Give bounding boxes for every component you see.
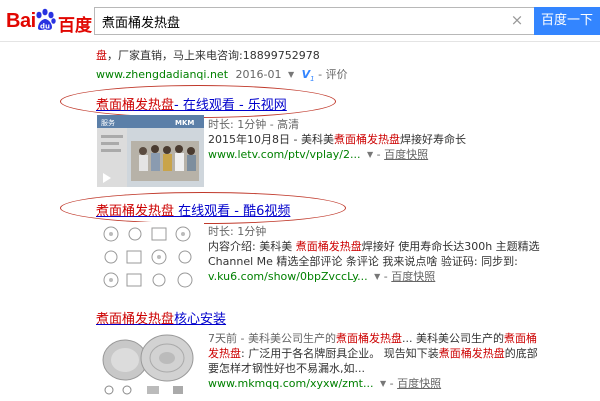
top-result-url[interactable]: www.zhengdadianqi.net	[96, 68, 228, 81]
top-result-cite: www.zhengdadianqi.net 2016-01 ▼ V1 - 评价	[96, 66, 596, 83]
result-url-letv: www.letv.com/ptv/vplay/2... ▼ - 百度快照	[208, 147, 429, 162]
result-thumbnail-letv[interactable]: 服务 MKM	[97, 115, 204, 187]
snippet-text: ，厂家直销，马上来电咨询:18899752978	[107, 49, 320, 62]
baidu-logo[interactable]: Bai du 百度	[6, 8, 92, 36]
result-url-ku6: v.ku6.com/show/0bpZvccLy... ▼ - 百度快照	[208, 269, 436, 284]
chevron-down-icon[interactable]: ▼	[288, 70, 294, 79]
header-bar: Bai du 百度 × 百度一下	[0, 0, 600, 42]
url-text[interactable]: www.mkmqq.com/xyxw/zmt...	[208, 377, 373, 390]
svg-text:MKM: MKM	[175, 119, 194, 127]
url-text[interactable]: v.ku6.com/show/0bpZvccLy...	[208, 270, 368, 283]
snippet-line: 内容介绍: 美科美 煮面桶发热盘焊接好 使用寿命长达300h 主题精选	[208, 240, 540, 253]
search-button[interactable]: 百度一下	[534, 7, 600, 35]
v1-badge-icon[interactable]: V1	[302, 68, 315, 83]
snippet-line: Channel Me 精选全部评论 条评论 我来说点啥 验证码: 同步到:	[208, 255, 518, 268]
snapshot-link[interactable]: 百度快照	[391, 270, 435, 283]
top-result-snippet: 盘，厂家直销，马上来电咨询:18899752978	[96, 47, 596, 63]
search-input[interactable]	[95, 8, 505, 34]
result-thumbnail-ku6[interactable]	[97, 222, 204, 294]
top-result-date: 2016-01	[235, 68, 282, 81]
snippet-line: 2015年10月8日 - 美科美煮面桶发热盘焊接好寿命长	[208, 133, 466, 146]
result-title-mkmqq[interactable]: 煮面桶发热盘核心安装	[96, 308, 226, 327]
result-url-mkmqq: www.mkmqq.com/xyxw/zmt... ▼ - 百度快照	[208, 376, 442, 391]
search-box: ×	[94, 7, 534, 35]
heating-plate-image	[97, 330, 204, 398]
duration-text: 时长: 1分钟 - 高清	[208, 118, 300, 131]
product-grid-image	[97, 222, 204, 294]
duration-text: 时长: 1分钟	[208, 225, 267, 238]
chevron-down-icon[interactable]: ▼	[367, 147, 373, 162]
video-thumbnail-image: 服务 MKM	[97, 115, 204, 187]
chevron-down-icon[interactable]: ▼	[374, 269, 380, 284]
logo-text-bai: Bai	[6, 10, 36, 32]
svg-text:du: du	[40, 23, 50, 31]
result-title-ku6[interactable]: 煮面桶发热盘 在线观看 - 酷6视频	[96, 200, 290, 219]
snippet-line: 要怎样才钢性好也不易漏水,如...	[208, 362, 365, 375]
snippet-line: 发热盘: 广泛用于各名牌厨具企业。 现告知下装煮面桶发热盘的底部	[208, 347, 538, 360]
snippet-highlight: 盘	[96, 49, 107, 62]
result-snippet-letv: 时长: 1分钟 - 高清 2015年10月8日 - 美科美煮面桶发热盘焊接好寿命…	[208, 117, 596, 162]
result-snippet-ku6: 时长: 1分钟 内容介绍: 美科美 煮面桶发热盘焊接好 使用寿命长达300h 主…	[208, 224, 596, 284]
result-snippet-mkmqq: 7天前 - 美科美公司生产的煮面桶发热盘... 美科美公司生产的煮面桶 发热盘:…	[208, 331, 596, 391]
snippet-line: 7天前 - 美科美公司生产的煮面桶发热盘... 美科美公司生产的煮面桶	[208, 332, 537, 345]
top-result: 盘，厂家直销，马上来电咨询:18899752978 www.zhengdadia…	[96, 47, 596, 83]
top-result-review-link[interactable]: - 评价	[318, 68, 347, 81]
url-text[interactable]: www.letv.com/ptv/vplay/2...	[208, 148, 360, 161]
result-thumbnail-mkmqq[interactable]	[97, 330, 204, 398]
svg-text:服务: 服务	[101, 118, 115, 127]
logo-text-du: 百度	[58, 16, 92, 36]
chevron-down-icon[interactable]: ▼	[380, 376, 386, 391]
paw-icon: du	[36, 8, 56, 31]
snapshot-link[interactable]: 百度快照	[384, 148, 428, 161]
clear-icon[interactable]: ×	[510, 13, 524, 28]
snapshot-link[interactable]: 百度快照	[397, 377, 441, 390]
result-title-letv[interactable]: 煮面桶发热盘- 在线观看 - 乐视网	[96, 94, 287, 113]
